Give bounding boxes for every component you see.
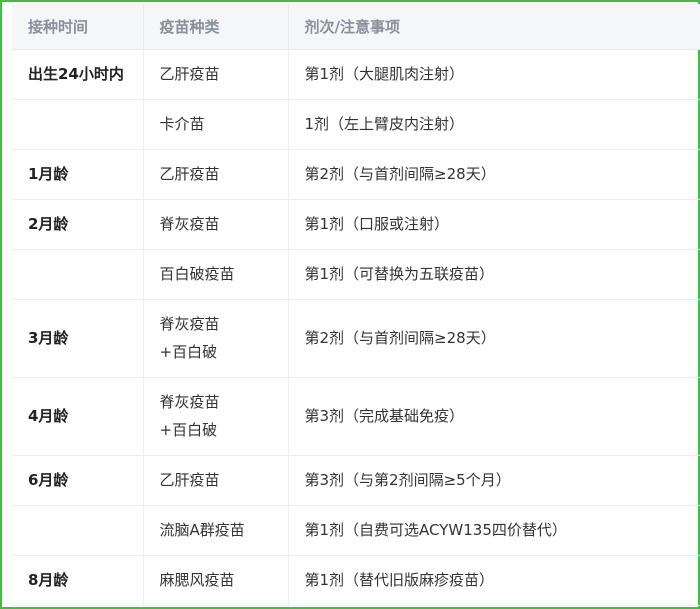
cell-vaccine: 麻腮风疫苗 <box>143 555 289 606</box>
vaccine-name: 脊灰疫苗 <box>159 315 220 333</box>
cell-vaccine: 脊灰疫苗 <box>143 199 289 250</box>
header-vaccine: 疫苗种类 <box>143 4 289 50</box>
cell-time: 2月龄 <box>12 199 144 250</box>
cell-vaccine: 乙肝疫苗 <box>143 49 289 100</box>
cell-time <box>12 505 144 556</box>
vaccine-name: 乙肝疫苗 <box>159 65 220 83</box>
vaccine-name: +百白破 <box>159 343 218 361</box>
vaccine-name: +百白破 <box>159 421 218 439</box>
cell-time <box>12 249 144 300</box>
vaccine-name: 乙肝疫苗 <box>159 165 220 183</box>
cell-note: 第2剂（与首剂间隔≥28天） <box>288 299 700 378</box>
vaccine-name: 流脑A群疫苗 <box>159 521 245 539</box>
vaccine-schedule-table-container: 接种时间 疫苗种类 剂次/注意事项 出生24小时内 乙肝疫苗 第1剂（大腿肌肉注… <box>12 4 700 606</box>
table-row: 1月龄 乙肝疫苗 第2剂（与首剂间隔≥28天） <box>12 149 700 200</box>
cell-note: 第3剂（与第2剂间隔≥5个月） <box>288 455 700 506</box>
cell-time: 4月龄 <box>12 377 144 456</box>
table-row: 3月龄 脊灰疫苗 +百白破 第2剂（与首剂间隔≥28天） <box>12 299 700 378</box>
cell-time: 1月龄 <box>12 149 144 200</box>
cell-note: 第2剂（与首剂间隔≥28天） <box>288 149 700 200</box>
cell-time: 3月龄 <box>12 299 144 378</box>
vaccine-name: 百白破疫苗 <box>159 265 235 283</box>
cell-vaccine: 百白破疫苗 <box>143 249 289 300</box>
cell-note: 1剂（左上臂皮内注射） <box>288 99 700 150</box>
header-note: 剂次/注意事项 <box>288 4 700 50</box>
table-header-row: 接种时间 疫苗种类 剂次/注意事项 <box>12 4 700 50</box>
cell-time <box>12 99 144 150</box>
vaccine-schedule-table: 接种时间 疫苗种类 剂次/注意事项 出生24小时内 乙肝疫苗 第1剂（大腿肌肉注… <box>12 4 700 606</box>
vaccine-name: 乙肝疫苗 <box>159 471 220 489</box>
table-row: 6月龄 乙肝疫苗 第3剂（与第2剂间隔≥5个月） <box>12 455 700 506</box>
cell-vaccine: 脊灰疫苗 +百白破 <box>143 377 289 456</box>
cell-note: 第1剂（自费可选ACYW135四价替代） <box>288 505 700 556</box>
cell-time: 6月龄 <box>12 455 144 506</box>
table-row: 2月龄 脊灰疫苗 第1剂（口服或注射） <box>12 199 700 250</box>
cell-note: 第1剂（口服或注射） <box>288 199 700 250</box>
cell-note: 第1剂（可替换为五联疫苗） <box>288 249 700 300</box>
vaccine-name: 麻腮风疫苗 <box>159 571 235 589</box>
table-row: 流脑A群疫苗 第1剂（自费可选ACYW135四价替代） <box>12 505 700 556</box>
header-time: 接种时间 <box>12 4 144 50</box>
table-row: 8月龄 麻腮风疫苗 第1剂（替代旧版麻疹疫苗） <box>12 555 700 606</box>
table-row: 4月龄 脊灰疫苗 +百白破 第3剂（完成基础免疫） <box>12 377 700 456</box>
cell-time: 8月龄 <box>12 555 144 606</box>
table-row: 卡介苗 1剂（左上臂皮内注射） <box>12 99 700 150</box>
cell-time: 出生24小时内 <box>12 49 144 100</box>
cell-vaccine: 乙肝疫苗 <box>143 455 289 506</box>
vaccine-name: 脊灰疫苗 <box>159 215 220 233</box>
page-frame: 接种时间 疫苗种类 剂次/注意事项 出生24小时内 乙肝疫苗 第1剂（大腿肌肉注… <box>0 0 700 609</box>
cell-note: 第1剂（大腿肌肉注射） <box>288 49 700 100</box>
cell-vaccine: 脊灰疫苗 +百白破 <box>143 299 289 378</box>
cell-vaccine: 乙肝疫苗 <box>143 149 289 200</box>
cell-note: 第3剂（完成基础免疫） <box>288 377 700 456</box>
cell-vaccine: 卡介苗 <box>143 99 289 150</box>
cell-note: 第1剂（替代旧版麻疹疫苗） <box>288 555 700 606</box>
vaccine-name: 脊灰疫苗 <box>159 393 220 411</box>
cell-vaccine: 流脑A群疫苗 <box>143 505 289 556</box>
vaccine-name: 卡介苗 <box>159 115 205 133</box>
table-row: 出生24小时内 乙肝疫苗 第1剂（大腿肌肉注射） <box>12 49 700 100</box>
table-row: 百白破疫苗 第1剂（可替换为五联疫苗） <box>12 249 700 300</box>
